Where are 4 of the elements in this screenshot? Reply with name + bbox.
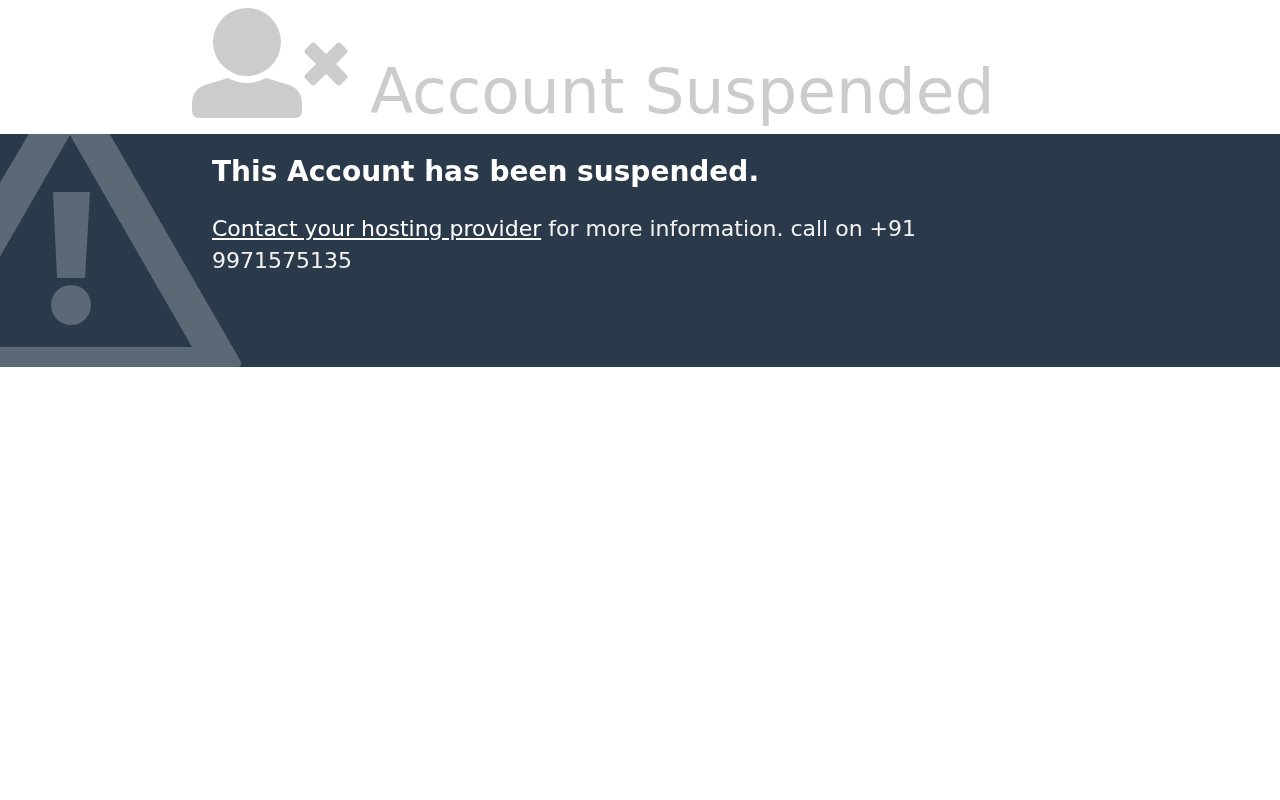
notice-text: Contact your hosting provider for more information. call on +91 9971575135 [212,215,917,276]
contact-link[interactable]: Contact your hosting provider [212,216,542,242]
notice-heading: This Account has been suspended. [212,154,761,190]
user-cross-icon [192,8,350,118]
